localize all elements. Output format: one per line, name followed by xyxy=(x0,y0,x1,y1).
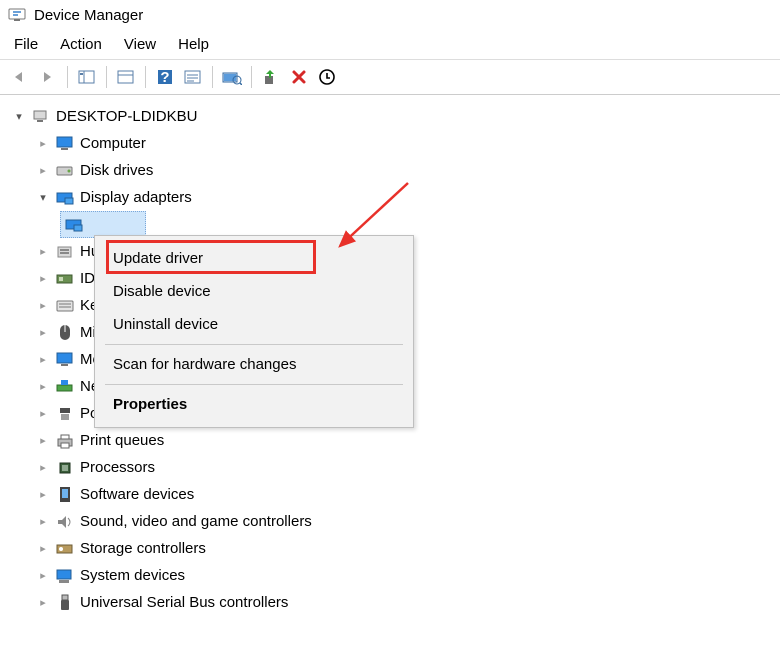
tree-node-label: Universal Serial Bus controllers xyxy=(80,594,288,611)
context-scan-hardware[interactable]: Scan for hardware changes xyxy=(95,348,413,381)
speaker-icon xyxy=(56,513,74,531)
window-title: Device Manager xyxy=(34,7,143,24)
mouse-icon xyxy=(56,324,74,342)
context-uninstall-device[interactable]: Uninstall device xyxy=(95,308,413,341)
chevron-right-icon[interactable]: ▸ xyxy=(36,542,50,556)
context-menu: Update driver Disable device Uninstall d… xyxy=(94,235,414,428)
menu-view[interactable]: View xyxy=(124,36,156,53)
tree-node-display-adapter-item[interactable] xyxy=(60,211,146,238)
chevron-right-icon[interactable]: ▸ xyxy=(36,461,50,475)
usb-icon xyxy=(56,594,74,612)
keyboard-icon xyxy=(56,297,74,315)
toolbar-separator xyxy=(145,66,146,88)
tree-node-usb[interactable]: ▸ Universal Serial Bus controllers xyxy=(6,589,774,616)
hid-icon xyxy=(56,243,74,261)
scan-hardware-button[interactable] xyxy=(219,64,245,90)
ide-icon xyxy=(56,270,74,288)
disable-device-button[interactable] xyxy=(286,64,312,90)
display-adapter-icon xyxy=(56,189,74,207)
menu-help[interactable]: Help xyxy=(178,36,209,53)
chevron-right-icon[interactable]: ▸ xyxy=(36,245,50,259)
monitor-icon xyxy=(56,135,74,153)
chevron-right-icon[interactable]: ▸ xyxy=(36,137,50,151)
chevron-down-icon[interactable]: ▾ xyxy=(36,191,50,205)
toolbar: ? xyxy=(0,59,780,95)
menu-file[interactable]: File xyxy=(14,36,38,53)
context-separator xyxy=(105,344,403,345)
menubar: File Action View Help xyxy=(0,30,780,59)
chevron-right-icon[interactable]: ▸ xyxy=(36,407,50,421)
tree-node-label: Print queues xyxy=(80,432,164,449)
tree-node-processors[interactable]: ▸ Processors xyxy=(6,454,774,481)
chevron-right-icon[interactable]: ▸ xyxy=(36,380,50,394)
tree-node-display-adapters[interactable]: ▾ Display adapters xyxy=(6,184,774,211)
storage-controller-icon xyxy=(56,540,74,558)
system-device-icon xyxy=(56,567,74,585)
svg-text:?: ? xyxy=(160,69,169,86)
software-device-icon xyxy=(56,486,74,504)
context-properties[interactable]: Properties xyxy=(95,388,413,421)
show-hide-tree-button[interactable] xyxy=(74,64,100,90)
tree-node-label: Display adapters xyxy=(80,189,192,206)
tree-node-label: Computer xyxy=(80,135,146,152)
toolbar-separator xyxy=(106,66,107,88)
printer-icon xyxy=(56,432,74,450)
titlebar: Device Manager xyxy=(0,0,780,30)
cpu-icon xyxy=(56,459,74,477)
tree-node-sound[interactable]: ▸ Sound, video and game controllers xyxy=(6,508,774,535)
chevron-right-icon[interactable]: ▸ xyxy=(36,569,50,583)
tree-node-label: Sound, video and game controllers xyxy=(80,513,312,530)
tree-node-storage[interactable]: ▸ Storage controllers xyxy=(6,535,774,562)
chevron-right-icon[interactable]: ▸ xyxy=(36,488,50,502)
menu-action[interactable]: Action xyxy=(60,36,102,53)
chevron-right-icon[interactable]: ▸ xyxy=(36,326,50,340)
properties-window-button[interactable] xyxy=(113,64,139,90)
toolbar-separator xyxy=(67,66,68,88)
tree-node-computer[interactable]: ▸ Computer xyxy=(6,130,774,157)
chevron-down-icon[interactable]: ▾ xyxy=(12,110,26,124)
back-button[interactable] xyxy=(7,64,33,90)
tree-root[interactable]: ▾ DESKTOP-LDIDKBU xyxy=(6,103,774,130)
chevron-right-icon[interactable]: ▸ xyxy=(36,164,50,178)
tree-node-disk-drives[interactable]: ▸ Disk drives xyxy=(6,157,774,184)
monitor-icon xyxy=(56,351,74,369)
tree-node-system[interactable]: ▸ System devices xyxy=(6,562,774,589)
tree-node-software[interactable]: ▸ Software devices xyxy=(6,481,774,508)
chevron-right-icon[interactable]: ▸ xyxy=(36,299,50,313)
tree-node-label: System devices xyxy=(80,567,185,584)
ports-icon xyxy=(56,405,74,423)
toolbar-separator xyxy=(251,66,252,88)
device-manager-icon xyxy=(8,6,26,24)
chevron-right-icon[interactable]: ▸ xyxy=(36,596,50,610)
context-update-driver[interactable]: Update driver xyxy=(95,242,413,275)
network-icon xyxy=(56,378,74,396)
chevron-right-icon[interactable]: ▸ xyxy=(36,272,50,286)
tree-node-label: Software devices xyxy=(80,486,194,503)
disk-icon xyxy=(56,162,74,180)
context-separator xyxy=(105,384,403,385)
chevron-right-icon[interactable]: ▸ xyxy=(36,353,50,367)
properties-button[interactable] xyxy=(180,64,206,90)
chevron-right-icon[interactable]: ▸ xyxy=(36,515,50,529)
update-driver-button[interactable] xyxy=(258,64,284,90)
help-button[interactable]: ? xyxy=(152,64,178,90)
computer-root-icon xyxy=(32,108,50,126)
toolbar-separator xyxy=(212,66,213,88)
tree-node-label: Processors xyxy=(80,459,155,476)
chevron-right-icon[interactable]: ▸ xyxy=(36,434,50,448)
tree-node-label: Disk drives xyxy=(80,162,153,179)
tree-node-print-queues[interactable]: ▸ Print queues xyxy=(6,427,774,454)
display-adapter-icon xyxy=(65,216,83,234)
tree-root-label: DESKTOP-LDIDKBU xyxy=(56,108,197,125)
context-disable-device[interactable]: Disable device xyxy=(95,275,413,308)
forward-button[interactable] xyxy=(35,64,61,90)
uninstall-device-button[interactable] xyxy=(314,64,340,90)
tree-node-label: Storage controllers xyxy=(80,540,206,557)
